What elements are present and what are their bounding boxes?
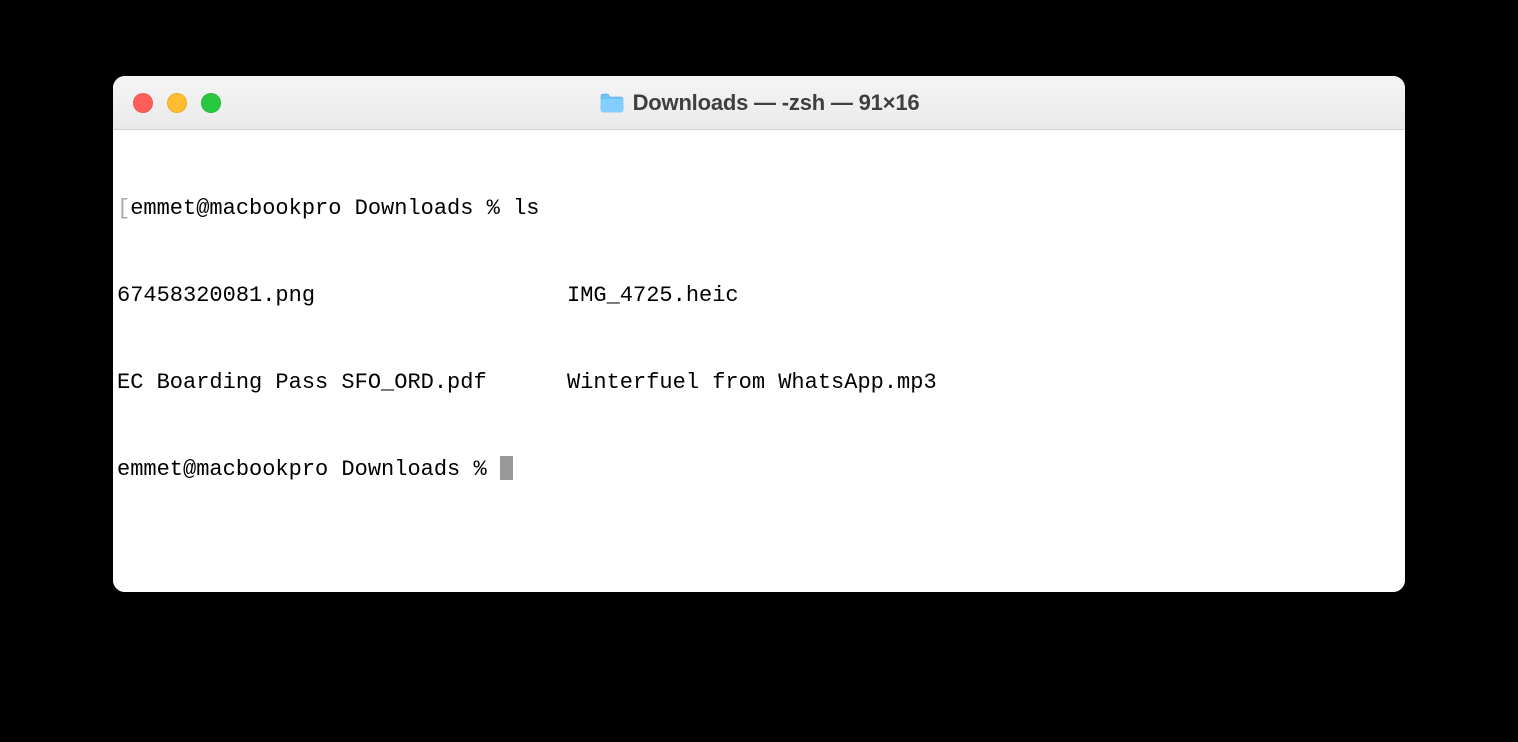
- cursor: [500, 456, 513, 480]
- folder-icon: [599, 92, 625, 114]
- minimize-button[interactable]: [167, 93, 187, 113]
- prompt-line-1: [emmet@macbookpro Downloads % ls: [117, 194, 1401, 223]
- close-button[interactable]: [133, 93, 153, 113]
- ls-file-2: IMG_4725.heic: [567, 281, 1401, 310]
- ls-file-4: Winterfuel from WhatsApp.mp3: [567, 368, 1401, 397]
- prompt-2-text: emmet@macbookpro Downloads %: [117, 457, 500, 482]
- prompt-line-2: emmet@macbookpro Downloads %: [117, 455, 1401, 484]
- ls-output-row-1: 67458320081.pngIMG_4725.heic: [117, 281, 1401, 310]
- titlebar[interactable]: Downloads — -zsh — 91×16: [113, 76, 1405, 130]
- terminal-body[interactable]: [emmet@macbookpro Downloads % ls 6745832…: [113, 130, 1405, 592]
- title-center: Downloads — -zsh — 91×16: [113, 90, 1405, 116]
- traffic-lights: [133, 93, 221, 113]
- prompt-1-text: emmet@macbookpro Downloads % ls: [130, 196, 539, 221]
- terminal-window: Downloads — -zsh — 91×16 [emmet@macbookp…: [113, 76, 1405, 592]
- ls-file-1: 67458320081.png: [117, 281, 567, 310]
- ls-output-row-2: EC Boarding Pass SFO_ORD.pdfWinterfuel f…: [117, 368, 1401, 397]
- ls-file-3: EC Boarding Pass SFO_ORD.pdf: [117, 368, 567, 397]
- window-title: Downloads — -zsh — 91×16: [633, 90, 920, 116]
- prompt-bracket: [: [117, 196, 130, 221]
- zoom-button[interactable]: [201, 93, 221, 113]
